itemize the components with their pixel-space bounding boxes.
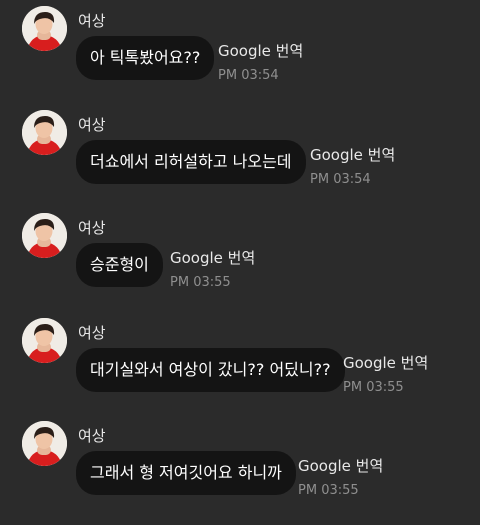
- message-bubble[interactable]: 더쇼에서 리허설하고 나오는데: [76, 140, 306, 184]
- chat-message: 여상 더쇼에서 리허설하고 나오는데 Google 번역 PM 03:54: [0, 110, 480, 214]
- message-timestamp: PM 03:55: [298, 483, 359, 498]
- google-translate-link[interactable]: Google 번역: [218, 40, 303, 61]
- message-bubble[interactable]: 승준형이: [76, 243, 163, 287]
- message-timestamp: PM 03:55: [170, 275, 231, 290]
- sender-name: 여상: [78, 219, 106, 237]
- avatar[interactable]: [22, 6, 67, 51]
- google-translate-link[interactable]: Google 번역: [298, 455, 383, 476]
- chat-message: 여상 승준형이 Google 번역 PM 03:55: [0, 213, 480, 317]
- sender-name: 여상: [78, 324, 106, 342]
- chat-message: 여상 아 틱톡봤어요?? Google 번역 PM 03:54: [0, 6, 480, 110]
- message-timestamp: PM 03:54: [310, 172, 371, 187]
- message-bubble[interactable]: 그래서 형 저여깃어요 하니까: [76, 451, 296, 495]
- chat-message: 여상 대기실와서 여상이 갔니?? 어딨니?? Google 번역 PM 03:…: [0, 318, 480, 422]
- message-bubble[interactable]: 대기실와서 여상이 갔니?? 어딨니??: [76, 348, 345, 392]
- google-translate-link[interactable]: Google 번역: [310, 144, 395, 165]
- sender-name: 여상: [78, 116, 106, 134]
- sender-name: 여상: [78, 12, 106, 30]
- sender-name: 여상: [78, 427, 106, 445]
- avatar[interactable]: [22, 318, 67, 363]
- google-translate-link[interactable]: Google 번역: [343, 352, 428, 373]
- chat-message: 여상 그래서 형 저여깃어요 하니까 Google 번역 PM 03:55: [0, 421, 480, 525]
- avatar[interactable]: [22, 110, 67, 155]
- message-timestamp: PM 03:55: [343, 380, 404, 395]
- google-translate-link[interactable]: Google 번역: [170, 247, 255, 268]
- avatar[interactable]: [22, 213, 67, 258]
- message-timestamp: PM 03:54: [218, 68, 279, 83]
- avatar[interactable]: [22, 421, 67, 466]
- message-bubble[interactable]: 아 틱톡봤어요??: [76, 36, 215, 80]
